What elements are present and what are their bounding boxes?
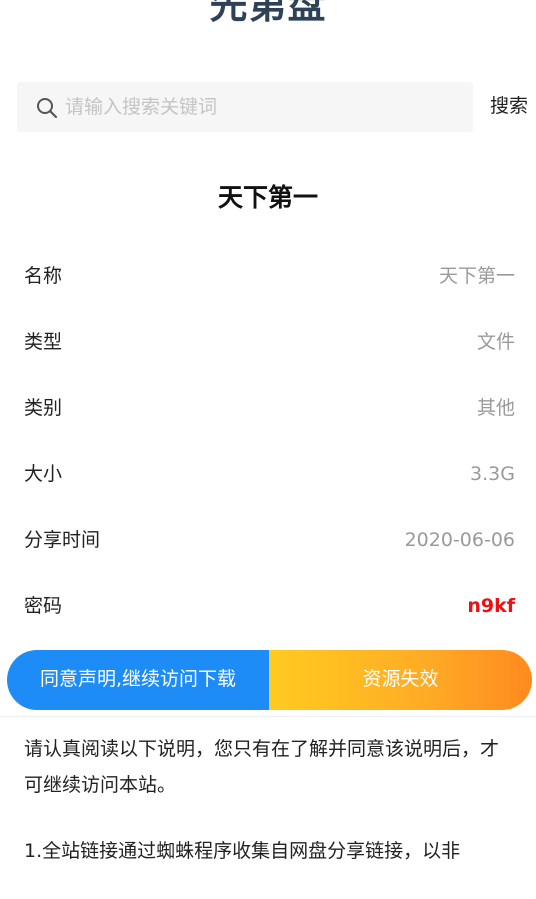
info-row-category: 类别 其他 (24, 376, 515, 442)
search-icon (37, 98, 58, 119)
agree-download-button[interactable]: 同意声明,继续访问下载 (7, 650, 269, 710)
info-label: 分享时间 (24, 529, 101, 551)
info-row-size: 大小 3.3G (24, 442, 515, 508)
resource-title: 天下第一 (217, 183, 318, 212)
search-bar: 搜索 (17, 82, 536, 132)
info-label: 密码 (24, 595, 63, 617)
report-invalid-button[interactable]: 资源失效 (269, 650, 532, 710)
search-input[interactable] (65, 82, 460, 132)
resource-info-list: 名称 天下第一 类型 文件 类别 其他 大小 3.3G 分享时间 2020-06… (24, 244, 515, 640)
info-value-share-time: 2020-06-06 (404, 529, 515, 551)
info-row-type: 类型 文件 (24, 310, 515, 376)
site-logo: 先第盘 (209, 0, 327, 27)
info-row-name: 名称 天下第一 (24, 244, 515, 310)
notice-paragraph: 1.全站链接通过蜘蛛程序收集自网盘分享链接，以非 (24, 840, 461, 862)
info-label: 类别 (24, 397, 63, 419)
info-value-category: 其他 (476, 397, 515, 419)
search-button[interactable]: 搜索 (483, 82, 535, 132)
info-label: 名称 (24, 265, 63, 287)
info-value-type: 文件 (476, 331, 515, 353)
password-value: n9kf (467, 595, 515, 617)
info-value-name: 天下第一 (438, 265, 515, 287)
info-label: 大小 (24, 463, 63, 485)
notice-paragraph: 请认真阅读以下说明，您只有在了解并同意该说明后，才可继续访问本站。 (24, 738, 500, 796)
info-row-share-time: 分享时间 2020-06-06 (24, 508, 515, 574)
disclaimer-notice: 请认真阅读以下说明，您只有在了解并同意该说明后，才可继续访问本站。 1.全站链接… (24, 731, 514, 899)
action-bar: 同意声明,继续访问下载 资源失效 (7, 650, 532, 710)
info-row-password: 密码 n9kf (24, 574, 515, 640)
divider (0, 716, 536, 717)
info-label: 类型 (24, 331, 63, 353)
search-box[interactable] (17, 82, 473, 132)
info-value-size: 3.3G (470, 463, 515, 485)
